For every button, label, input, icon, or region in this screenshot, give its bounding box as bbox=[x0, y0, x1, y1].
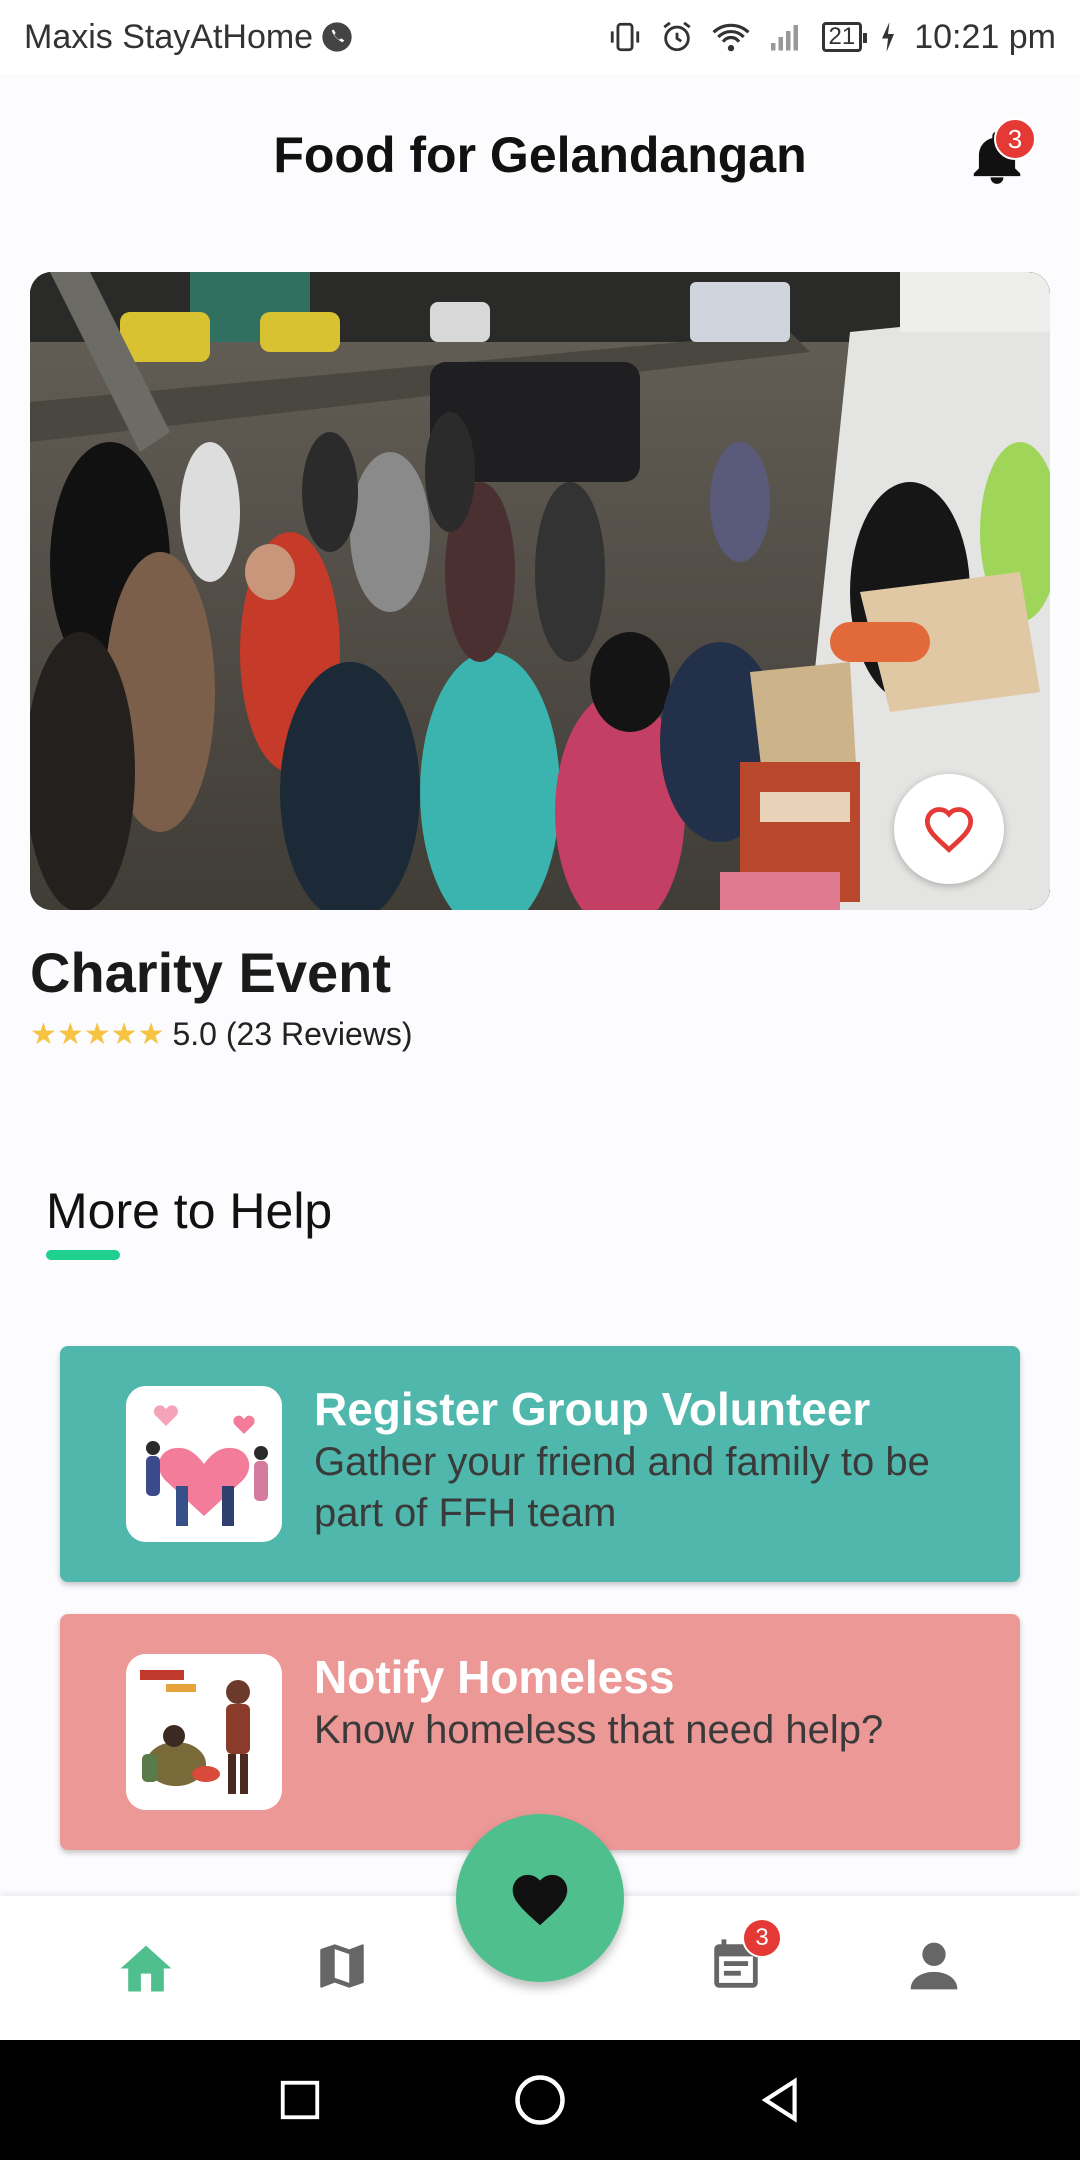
person-icon bbox=[910, 1942, 958, 1990]
notification-badge: 3 bbox=[994, 118, 1036, 160]
donate-fab-button[interactable] bbox=[456, 1814, 624, 1982]
homeless-illustration bbox=[126, 1654, 282, 1810]
card-title: Register Group Volunteer bbox=[314, 1383, 871, 1435]
home-system-button[interactable] bbox=[510, 2070, 570, 2130]
map-icon bbox=[320, 1944, 364, 1988]
card-text: Register Group Volunteer Gather your fri… bbox=[314, 1384, 980, 1539]
call-icon bbox=[321, 21, 353, 53]
rating-text: 5.0 (23 Reviews) bbox=[172, 1016, 413, 1052]
volunteer-illustration bbox=[126, 1386, 282, 1542]
nav-home[interactable] bbox=[106, 1926, 186, 2006]
charging-icon bbox=[880, 22, 896, 52]
heart-outline-icon bbox=[924, 807, 974, 853]
recents-button[interactable] bbox=[270, 2070, 330, 2130]
signal-icon bbox=[768, 21, 804, 53]
rating-row: ★★★★★ 5.0 (23 Reviews) bbox=[30, 1016, 413, 1053]
app-header: Food for Gelandangan 3 bbox=[0, 74, 1080, 240]
carrier-name: Maxis StayAtHome bbox=[24, 17, 314, 56]
triangle-back-icon bbox=[761, 2077, 797, 2123]
nav-profile[interactable] bbox=[894, 1926, 974, 2006]
favorite-button[interactable] bbox=[894, 774, 1004, 884]
wifi-icon bbox=[712, 20, 750, 54]
page-title: Food for Gelandangan bbox=[273, 127, 807, 183]
square-icon bbox=[280, 2080, 320, 2120]
status-left: Maxis StayAtHome bbox=[24, 18, 353, 57]
clock-time: 10:21 pm bbox=[914, 17, 1056, 56]
battery-indicator: 21 bbox=[821, 22, 867, 52]
back-button[interactable] bbox=[750, 2070, 810, 2130]
alarm-icon bbox=[660, 20, 694, 54]
nav-calendar[interactable]: 3 bbox=[696, 1918, 782, 2006]
card-title: Notify Homeless bbox=[314, 1651, 675, 1703]
register-group-volunteer-card[interactable]: Register Group Volunteer Gather your fri… bbox=[60, 1346, 1020, 1582]
nav-map[interactable] bbox=[302, 1926, 382, 2006]
calendar-badge: 3 bbox=[742, 1918, 782, 1958]
section-underline bbox=[46, 1250, 120, 1260]
vibrate-icon bbox=[608, 20, 642, 54]
status-right: 21 10:21 pm bbox=[608, 18, 1056, 57]
section-title: More to Help bbox=[46, 1183, 333, 1239]
circle-icon bbox=[515, 2075, 565, 2125]
heart-icon bbox=[512, 1874, 568, 1926]
system-navigation-bar bbox=[0, 2040, 1080, 2160]
event-title: Charity Event bbox=[30, 941, 391, 1004]
card-description: Know homeless that need help? bbox=[314, 1707, 884, 1752]
status-bar: Maxis StayAtHome 21 10:21 pm bbox=[0, 0, 1080, 74]
card-text: Notify Homeless Know homeless that need … bbox=[314, 1652, 980, 1756]
notification-button[interactable]: 3 bbox=[966, 118, 1036, 196]
card-description: Gather your friend and family to be part… bbox=[314, 1439, 930, 1535]
star-rating-icon: ★★★★★ bbox=[30, 1018, 165, 1051]
home-icon bbox=[120, 1945, 172, 1992]
